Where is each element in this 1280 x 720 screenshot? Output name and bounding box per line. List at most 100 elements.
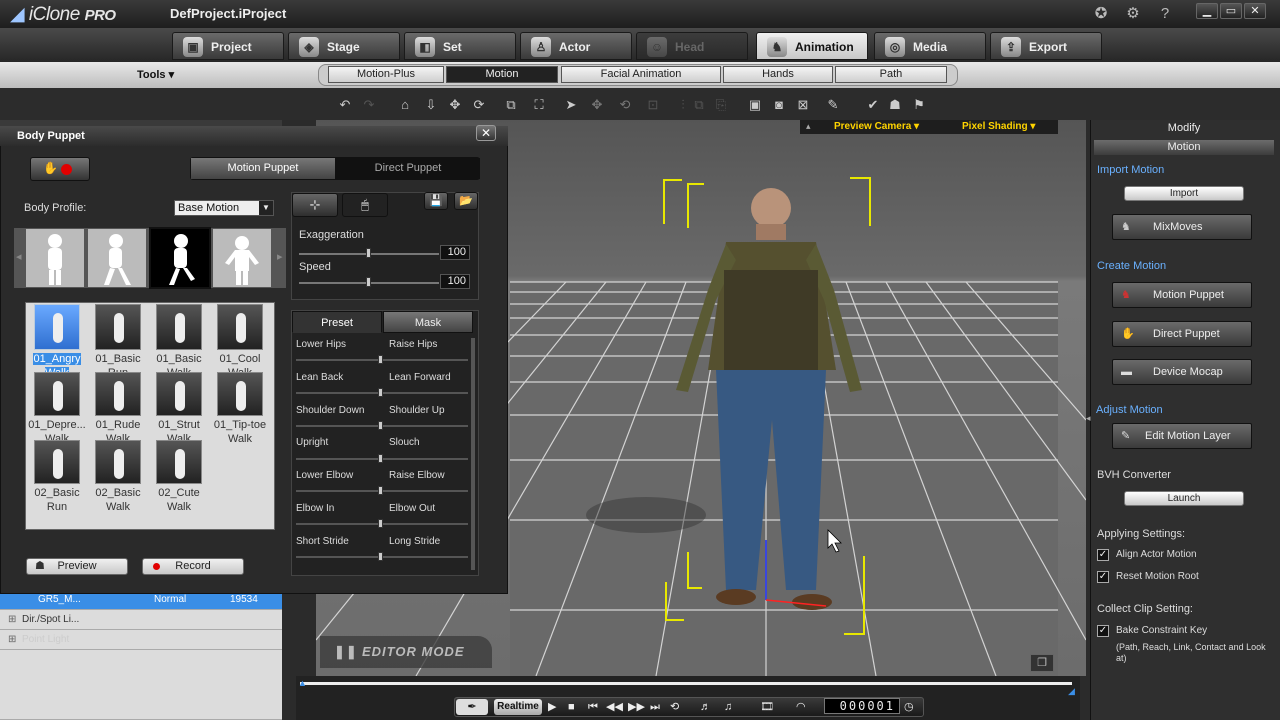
launch-button[interactable]: Launch (1124, 491, 1244, 506)
rotate-icon[interactable]: ⟳ (472, 98, 486, 112)
loop-icon[interactable]: ⟲ (670, 700, 679, 714)
motion-item[interactable]: 02_Basic Walk (88, 440, 148, 513)
motion-item[interactable]: 01_AngryWalk (27, 304, 87, 379)
import-button[interactable]: Import (1124, 186, 1244, 201)
film-icon[interactable]: 🎞 (760, 700, 774, 714)
sound-icon[interactable]: ♬ (700, 700, 711, 714)
frame-counter[interactable]: 000001 (824, 698, 900, 714)
camera-dropdown[interactable]: Preview Camera ▾ (834, 121, 919, 132)
speed-icon[interactable]: ◠ (796, 700, 806, 714)
community-icon[interactable]: ✪ (1092, 5, 1110, 23)
collapse-arrow-icon[interactable]: ◂ (1086, 413, 1091, 424)
reset-motion-root-checkbox[interactable]: ✓ (1097, 571, 1109, 583)
tab-direct-puppet[interactable]: Direct Puppet (336, 158, 480, 179)
fit-icon[interactable]: ⛶ (532, 98, 546, 112)
record-toggle-button[interactable]: ✋ (30, 157, 90, 181)
record-button[interactable]: Record (142, 558, 244, 575)
undo-icon[interactable]: ↶ (338, 98, 352, 112)
motion-item[interactable]: 01_Tip-toe Walk (210, 372, 270, 445)
scene-row[interactable]: ⊞ Dir./Spot Li... (0, 610, 282, 630)
timeline-start-marker[interactable]: ▲ (298, 678, 307, 688)
dialog-close-button[interactable]: ✕ (476, 125, 496, 141)
preset-slider-knob[interactable] (378, 388, 383, 397)
body-profile-figure[interactable] (149, 227, 211, 289)
open-folder-icon[interactable]: 📂 (454, 192, 478, 210)
motion-item[interactable]: 01_Rude Walk (88, 372, 148, 445)
body-profile-select[interactable]: Base Motion ▼ (174, 200, 274, 216)
body-profile-figure[interactable] (26, 229, 84, 287)
motion-item[interactable]: 02_Basic Run (27, 440, 87, 513)
preset-slider-knob[interactable] (378, 355, 383, 364)
people-icon[interactable]: ☗ (888, 98, 902, 112)
motion-puppet-button[interactable]: ♞ Motion Puppet (1112, 282, 1252, 308)
flag-icon[interactable]: ⚑ (912, 98, 926, 112)
skip-start-icon[interactable]: ⏮ (588, 700, 598, 714)
tab-mask[interactable]: Mask (383, 311, 473, 333)
scene-row[interactable]: ⊞ Point Light (0, 630, 282, 650)
stop-icon[interactable]: ■ (568, 700, 575, 714)
speed-value[interactable]: 100 (440, 274, 470, 289)
light-icon[interactable]: ✎ (826, 98, 840, 112)
orbit-icon[interactable]: ⟲ (618, 98, 632, 112)
minimize-button[interactable]: ▁ (1196, 3, 1218, 19)
maximize-button[interactable]: ▭ (1220, 3, 1242, 19)
prev-frame-icon[interactable]: ◀◀ (606, 700, 623, 714)
tab-export[interactable]: ⇪ Export (990, 32, 1102, 60)
exaggeration-value[interactable]: 100 (440, 245, 470, 260)
mouse-icon[interactable]: 🖱 (342, 193, 388, 217)
align-actor-motion-checkbox[interactable]: ✓ (1097, 549, 1109, 561)
close-button[interactable]: ✕ (1244, 3, 1266, 19)
viewport-icon[interactable]: ▣ (748, 98, 762, 112)
preset-slider-knob[interactable] (378, 519, 383, 528)
scroll-right-icon[interactable]: ▸ (277, 250, 283, 263)
direct-puppet-button[interactable]: ✋ Direct Puppet (1112, 321, 1252, 347)
move-icon[interactable]: ✥ (448, 98, 462, 112)
speed-slider-knob[interactable] (366, 277, 371, 287)
motion-item[interactable]: 01_BasicWalk (149, 304, 209, 379)
clock-icon[interactable]: ◷ (904, 700, 914, 714)
preset-slider-knob[interactable] (378, 421, 383, 430)
realtime-toggle[interactable]: Realtime (494, 699, 542, 715)
subtab-hands[interactable]: Hands (723, 66, 833, 83)
preset-slider-knob[interactable] (378, 552, 383, 561)
motion-item[interactable]: 02_Cute Walk (149, 440, 209, 513)
motion-item[interactable]: 01_Strut Walk (149, 372, 209, 445)
tab-motion-puppet[interactable]: Motion Puppet (191, 158, 335, 179)
timeline-end-marker[interactable]: ◢ (1068, 686, 1075, 697)
next-frame-icon[interactable]: ▶▶ (628, 700, 645, 714)
body-profile-figure[interactable] (213, 229, 271, 287)
screenshot-icon[interactable]: ⊠ (796, 98, 810, 112)
help-icon[interactable]: ? (1156, 5, 1174, 23)
home-icon[interactable]: ⌂ (398, 98, 412, 112)
subtab-motion[interactable]: Motion (446, 66, 558, 83)
drop-icon[interactable]: ⇩ (424, 98, 438, 112)
motion-item[interactable]: 01_BasicRun (88, 304, 148, 379)
exaggeration-slider-knob[interactable] (366, 248, 371, 258)
tab-project[interactable]: ▣ Project (172, 32, 284, 60)
play-icon[interactable]: ▶ (548, 700, 556, 714)
preset-slider-knob[interactable] (378, 486, 383, 495)
mixmoves-button[interactable]: ♞ MixMoves (1112, 214, 1252, 240)
tab-animation[interactable]: ♞ Animation (756, 32, 868, 60)
subtab-path[interactable]: Path (835, 66, 947, 83)
tab-actor[interactable]: ♙ Actor (520, 32, 632, 60)
body-profile-figure[interactable] (88, 229, 146, 287)
viewport-menu-icon[interactable]: ▴ (806, 121, 811, 132)
subtab-facial-animation[interactable]: Facial Animation (561, 66, 721, 83)
preset-slider-knob[interactable] (378, 454, 383, 463)
restore-viewport-icon[interactable]: ❐ (1030, 654, 1054, 672)
tab-stage[interactable]: ◈ Stage (288, 32, 400, 60)
check-icon[interactable]: ✔ (866, 98, 880, 112)
keyframe-icon[interactable]: ✒ (456, 699, 488, 715)
camera-icon[interactable]: ◙ (772, 98, 786, 112)
tab-media[interactable]: ◎ Media (874, 32, 986, 60)
pan-icon[interactable]: ✥ (590, 98, 604, 112)
save-icon[interactable]: 💾 (424, 192, 448, 210)
preview-button[interactable]: ☗ Preview (26, 558, 128, 575)
preset-scrollbar[interactable] (471, 338, 475, 570)
bake-constraint-checkbox[interactable]: ✓ (1097, 625, 1109, 637)
device-mocap-button[interactable]: ▬ Device Mocap (1112, 359, 1252, 385)
edit-motion-layer-button[interactable]: ✎ Edit Motion Layer (1112, 423, 1252, 449)
subtab-motion-plus[interactable]: Motion-Plus (328, 66, 444, 83)
motion-item[interactable]: 01_Depre... Walk (27, 372, 87, 445)
